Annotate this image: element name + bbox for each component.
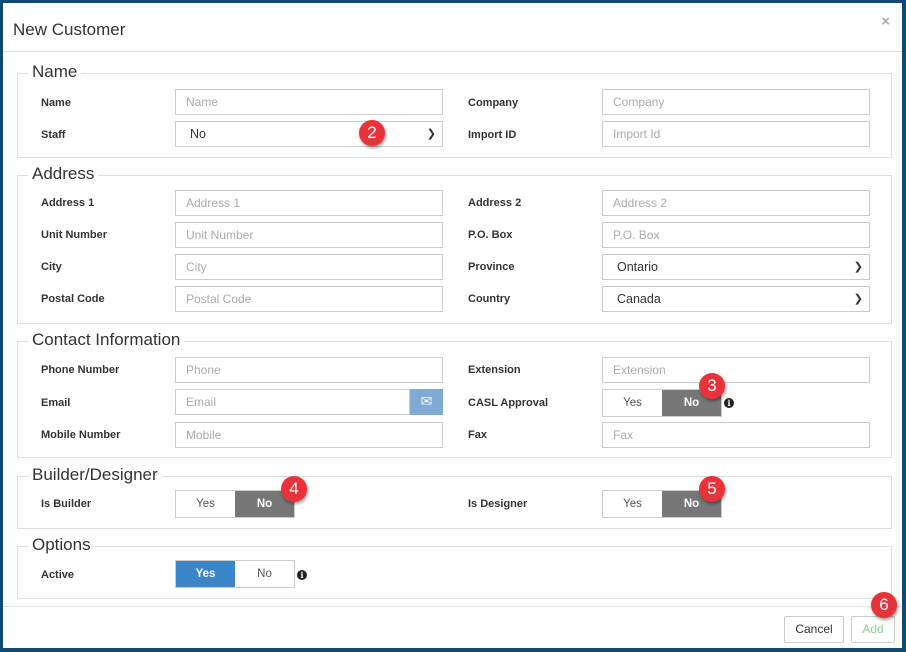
builder-yes[interactable]: Yes — [176, 491, 235, 517]
address2-input[interactable] — [602, 190, 870, 216]
is-builder-toggle[interactable]: Yes No — [175, 490, 295, 518]
mobile-label: Mobile Number — [41, 429, 121, 441]
is-designer-label: Is Designer — [468, 498, 528, 510]
phone-label: Phone Number — [41, 364, 120, 376]
name-input[interactable] — [175, 89, 443, 115]
email-input[interactable] — [175, 389, 410, 415]
staff-select[interactable]: No ❯ — [175, 121, 443, 147]
legend-name: Name — [28, 62, 82, 82]
chevron-down-icon: ❯ — [426, 128, 436, 140]
annotation-badge: 4 — [281, 476, 307, 502]
active-label: Active — [41, 569, 75, 581]
fieldset-address: Address Address 1 Address 2 Unit Number … — [17, 164, 892, 324]
dialog-title: New Customer — [13, 20, 126, 39]
country-value: Canada — [617, 292, 661, 306]
legend-contact: Contact Information — [28, 330, 185, 350]
info-icon[interactable]: i — [297, 570, 307, 580]
unit-label: Unit Number — [41, 229, 107, 241]
fax-label: Fax — [468, 429, 487, 441]
mobile-input[interactable] — [175, 422, 443, 448]
fieldset-name: Name Name Company Staff No ❯ Import ID — [17, 62, 892, 158]
province-value: Ontario — [617, 260, 658, 274]
annotation-badge: 3 — [699, 373, 725, 399]
email-label: Email — [41, 397, 71, 409]
chevron-down-icon: ❯ — [853, 261, 863, 273]
annotation-badge: 2 — [359, 120, 385, 146]
casl-label: CASL Approval — [468, 397, 549, 409]
city-label: City — [41, 261, 62, 273]
postal-input[interactable] — [175, 286, 443, 312]
divider — [3, 51, 902, 52]
add-button[interactable]: Add — [851, 616, 895, 643]
cancel-button[interactable]: Cancel — [784, 616, 844, 643]
active-no[interactable]: No — [235, 561, 294, 587]
legend-options: Options — [28, 535, 95, 555]
address2-label: Address 2 — [468, 197, 522, 209]
address1-input[interactable] — [175, 190, 443, 216]
company-input[interactable] — [602, 89, 870, 115]
province-select[interactable]: Ontario ❯ — [602, 254, 870, 280]
legend-builder: Builder/Designer — [28, 465, 162, 485]
postal-label: Postal Code — [41, 293, 105, 305]
fieldset-contact: Contact Information Phone Number Extensi… — [17, 330, 892, 458]
phone-input[interactable] — [175, 357, 443, 383]
close-icon[interactable]: × — [881, 13, 890, 30]
fieldset-options: Options Active Yes No i — [17, 535, 892, 599]
address1-label: Address 1 — [41, 197, 95, 209]
name-label: Name — [41, 97, 71, 109]
active-yes[interactable]: Yes — [176, 561, 235, 587]
casl-yes[interactable]: Yes — [603, 390, 662, 416]
import-id-input[interactable] — [602, 121, 870, 147]
company-label: Company — [468, 97, 519, 109]
po-box-input[interactable] — [602, 222, 870, 248]
country-label: Country — [468, 293, 511, 305]
envelope-icon[interactable]: ✉ — [410, 389, 443, 415]
info-icon[interactable]: i — [724, 398, 734, 408]
unit-input[interactable] — [175, 222, 443, 248]
extension-input[interactable] — [602, 357, 870, 383]
active-toggle[interactable]: Yes No — [175, 560, 295, 588]
annotation-badge: 5 — [699, 476, 725, 502]
import-id-label: Import ID — [468, 129, 517, 141]
province-label: Province — [468, 261, 515, 273]
city-input[interactable] — [175, 254, 443, 280]
fax-input[interactable] — [602, 422, 870, 448]
footer-divider — [3, 606, 902, 607]
annotation-badge: 6 — [871, 592, 897, 618]
staff-value: No — [190, 127, 206, 141]
extension-label: Extension — [468, 364, 521, 376]
chevron-down-icon: ❯ — [853, 293, 863, 305]
fieldset-builder: Builder/Designer Is Builder Yes No Is Des… — [17, 465, 892, 529]
legend-address: Address — [28, 164, 99, 184]
is-builder-label: Is Builder — [41, 498, 92, 510]
staff-label: Staff — [41, 129, 66, 141]
new-customer-dialog: New Customer × Name Name Company Staff N… — [3, 3, 902, 648]
country-select[interactable]: Canada ❯ — [602, 286, 870, 312]
designer-yes[interactable]: Yes — [603, 491, 662, 517]
po-box-label: P.O. Box — [468, 229, 513, 241]
